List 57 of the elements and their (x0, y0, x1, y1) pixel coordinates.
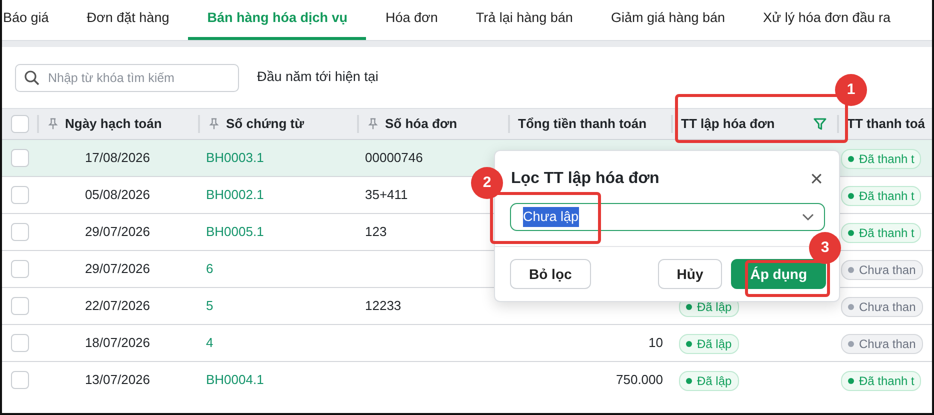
column-header[interactable]: Số hóa đơn (385, 114, 458, 134)
table-cell: 123 (365, 224, 387, 240)
column-header[interactable]: Tổng tiền thanh toán (518, 114, 647, 134)
checkbox[interactable] (11, 260, 29, 278)
period-label[interactable]: Đầu năm tới hiện tại (257, 67, 378, 88)
table-cell: 29/07/2026 (84, 261, 150, 276)
column-header[interactable]: TT thanh toá (847, 114, 925, 134)
column-header[interactable]: Số chứng từ (226, 114, 304, 134)
status-tag: Đã thanh t (841, 148, 922, 168)
table-cell: 29/07/2026 (84, 224, 150, 240)
status-tag: Chưa than (841, 296, 923, 316)
table-cell: 17/08/2026 (84, 150, 150, 166)
column-header[interactable]: Ngày hạch toán (65, 114, 162, 134)
checkbox[interactable] (11, 223, 29, 241)
tab[interactable]: Đơn đặt hàng (68, 0, 188, 40)
voucher-link[interactable]: BH0002.1 (206, 187, 264, 202)
checkbox[interactable] (11, 186, 29, 204)
table-cell: 22/07/2026 (84, 298, 150, 314)
status-tag: Đã thanh t (841, 370, 922, 390)
voucher-link[interactable]: 5 (206, 298, 214, 314)
search-field[interactable]: Nhập từ khóa tìm kiếm (15, 64, 239, 92)
voucher-link[interactable]: 6 (206, 261, 214, 276)
chevron-down-icon (802, 213, 814, 221)
status-tag: Đã thanh t (841, 222, 922, 242)
tab[interactable]: Xử lý hóa đơn đầu ra (744, 0, 910, 40)
voucher-link[interactable]: 4 (206, 335, 214, 350)
status-tag: Đã lập (679, 334, 739, 354)
status-tag: Đã lập (679, 370, 739, 390)
status-tag: Đã thanh t (841, 186, 922, 206)
table-row[interactable]: 18/07/2026 4 10 Đã lập Chưa than (2, 325, 932, 362)
table-cell: 13/07/2026 (84, 372, 150, 388)
checkbox[interactable] (11, 149, 29, 167)
table-cell: 05/08/2026 (84, 187, 150, 202)
select-field[interactable]: Chưa lập (510, 203, 825, 231)
checkbox[interactable] (11, 371, 29, 389)
tab[interactable]: Hóa đơn (366, 0, 457, 40)
table-cell: 10 (648, 335, 663, 350)
table-cell: 750.000 (616, 372, 663, 388)
voucher-link[interactable]: BH0004.1 (206, 372, 264, 388)
voucher-link[interactable]: BH0005.1 (206, 224, 264, 240)
table-cell: 18/07/2026 (84, 335, 150, 350)
checkbox[interactable] (11, 297, 29, 315)
column-header[interactable]: TT lập hóa đơn (681, 114, 775, 134)
table-cell: 35+411 (365, 187, 408, 202)
table-row[interactable]: 13/07/2026 BH0004.1 750.000 Đã lập Đã thanh t (2, 362, 932, 392)
dialog-button[interactable]: Bỏ lọc (510, 259, 591, 289)
dialog-button[interactable]: Hủy (658, 259, 722, 289)
checkbox[interactable] (11, 334, 29, 352)
step-number: 1 (835, 74, 867, 106)
table-cell: 12233 (365, 298, 402, 314)
status-tag: Chưa than (841, 260, 923, 280)
tab[interactable]: Giảm giá hàng bán (592, 0, 744, 40)
checkbox[interactable] (11, 115, 29, 133)
tab[interactable]: Báo giá (2, 0, 68, 40)
table-cell: 00000746 (365, 150, 423, 166)
tab[interactable]: Trả lại hàng bán (456, 0, 592, 40)
status-tag: Chưa than (841, 334, 923, 354)
